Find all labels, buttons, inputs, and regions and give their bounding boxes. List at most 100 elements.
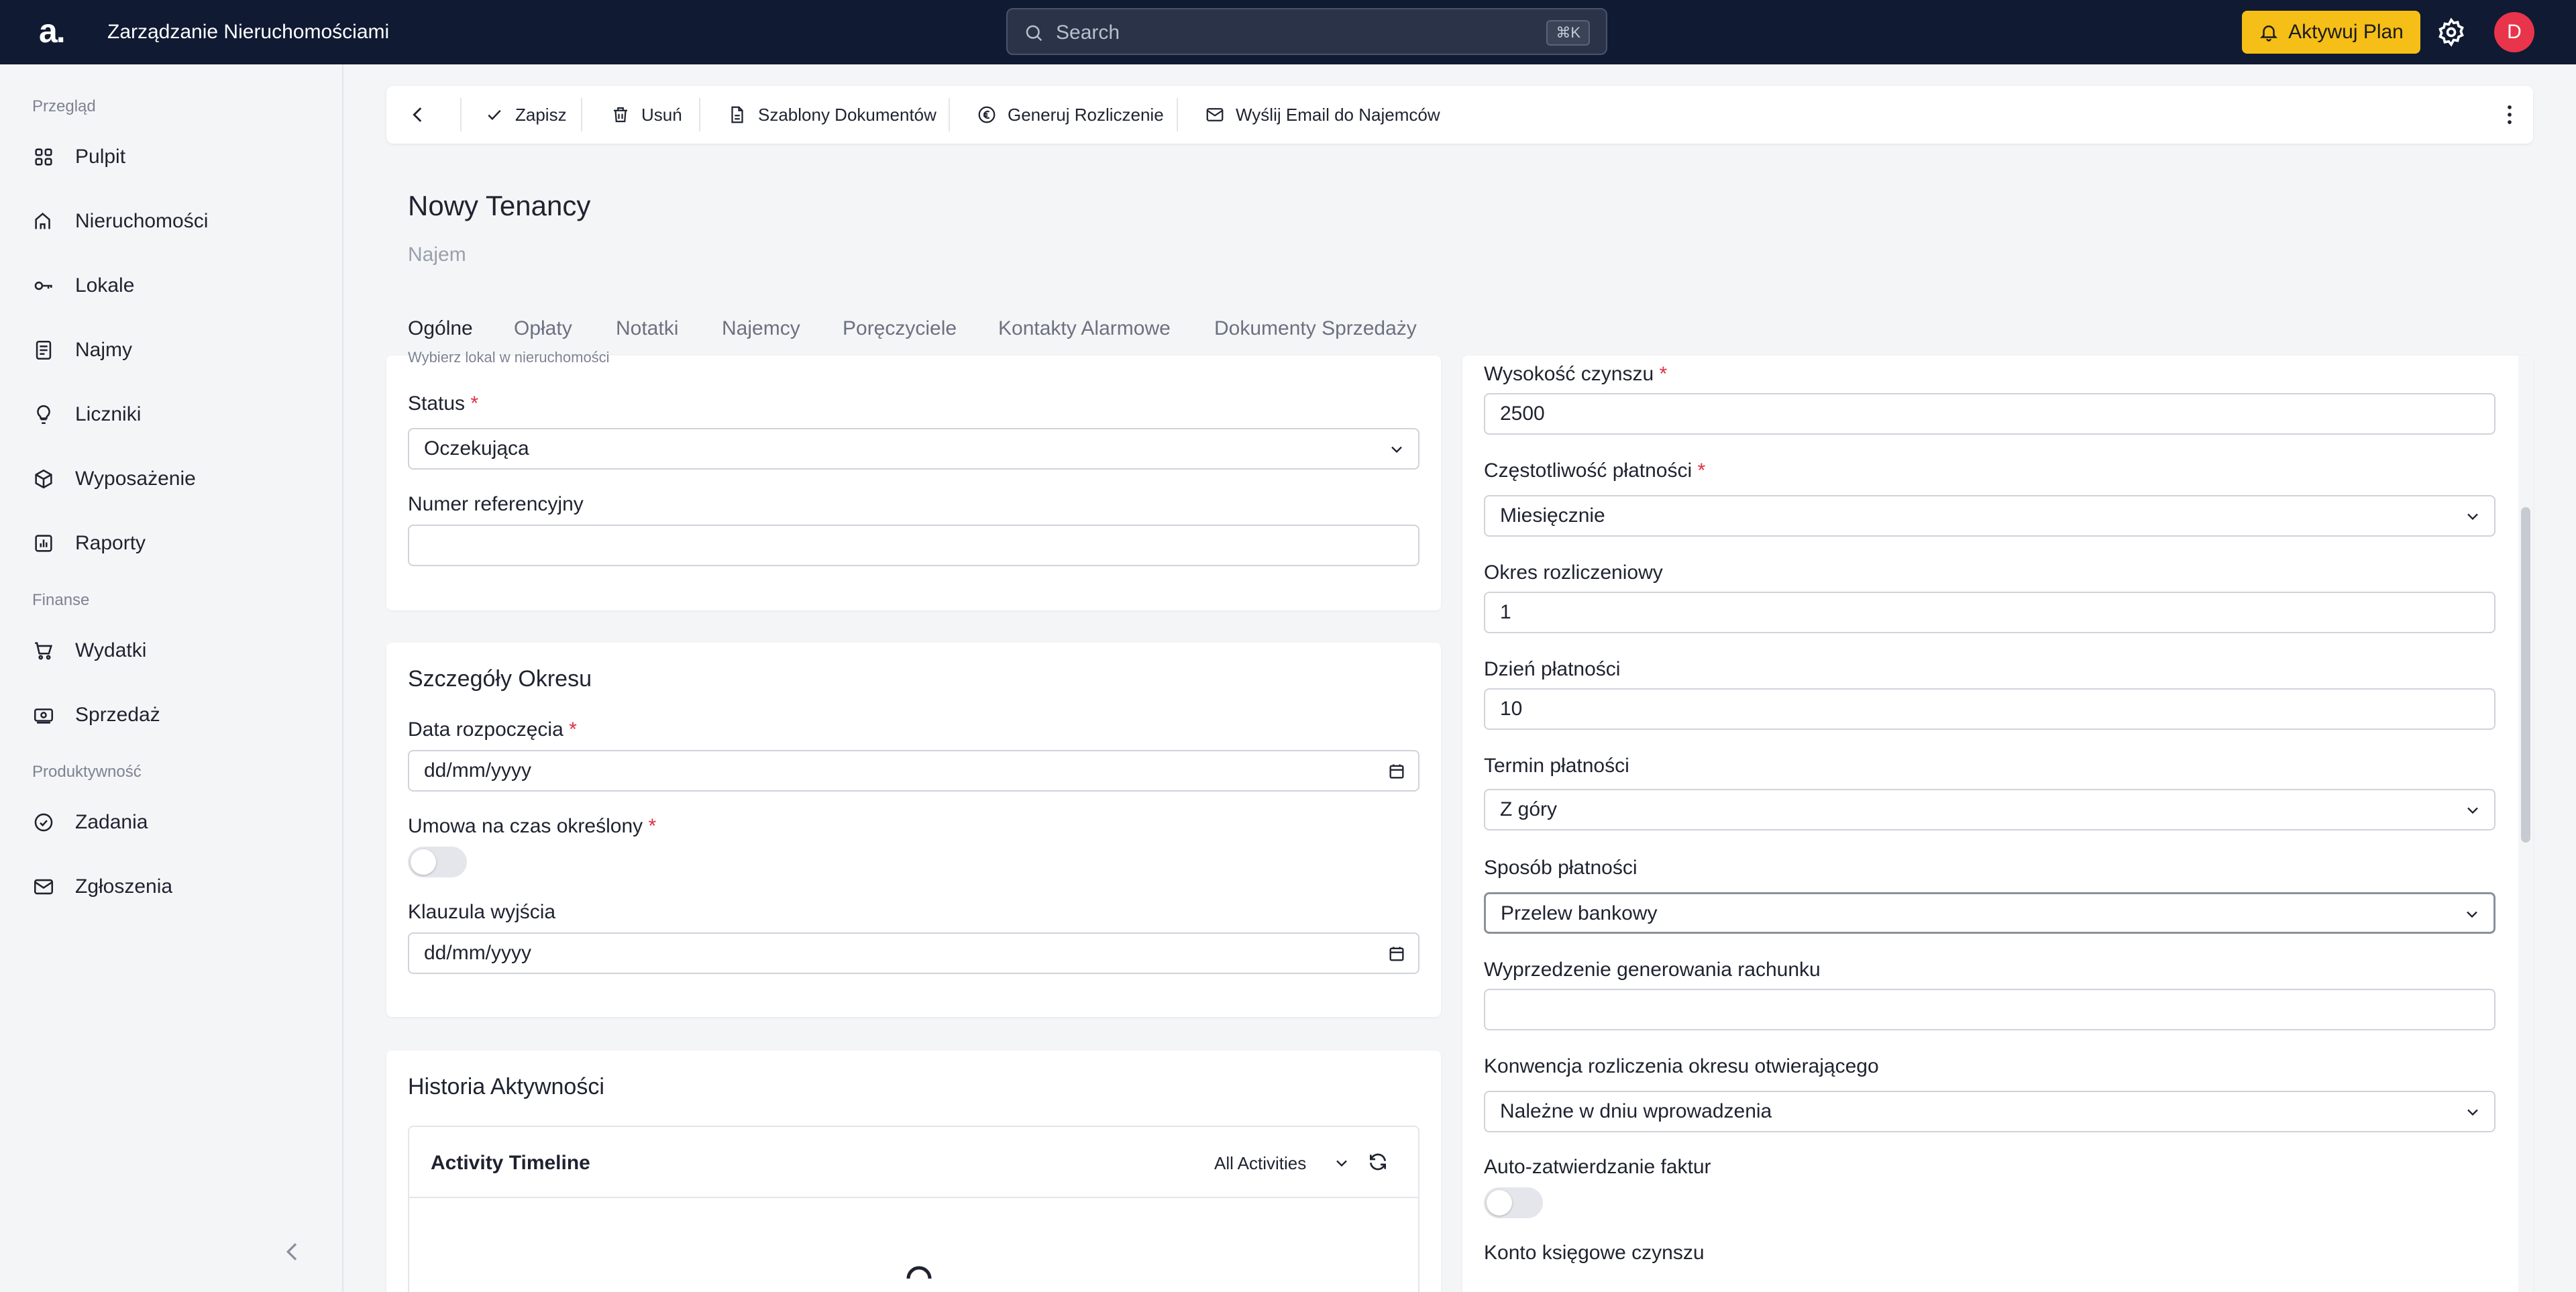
more-vertical-icon[interactable] [2497,102,2522,127]
upgrade-plan-label: Aktywuj Plan [2288,21,2404,43]
sidebar-item-tasks[interactable]: Zadania [32,802,148,843]
sidebar-item-label: Nieruchomości [75,210,209,232]
status-select[interactable]: Oczekująca [408,428,1419,470]
sidebar-item-label: Najmy [75,339,133,361]
payment-method-label: Sposób płatności [1484,857,1638,879]
sidebar-item-expenses[interactable]: Wydatki [32,631,146,671]
avatar[interactable]: D [2494,12,2534,52]
tab-general[interactable]: Ogólne [408,315,473,342]
bell-icon [2260,25,2278,42]
sidebar-item-equipment[interactable]: Wyposażenie [32,459,196,499]
dashboard-icon [35,148,52,166]
sidebar-item-properties[interactable]: Nieruchomości [32,201,208,241]
sidebar-item-tickets[interactable]: Zgłoszenia [32,867,172,907]
generate-settlement-button[interactable]: Generuj Rozliczenie [977,86,1164,144]
sidebar-item-units[interactable]: Lokale [32,266,134,306]
mail-icon [1206,108,1224,121]
building-icon [35,212,50,229]
sidebar-item-label: Sprzedaż [75,704,160,726]
collapse-sidebar-icon[interactable] [279,1238,306,1265]
email-tenants-label: Wyślij Email do Najemców [1236,104,1440,125]
chevron-down-icon [2467,807,2478,814]
tab-notes[interactable]: Notatki [616,315,678,342]
sidebar-item-tenancies[interactable]: Najmy [32,330,132,370]
opening-convention-label: Konwencja rozliczenia okresu otwierające… [1484,1055,1879,1077]
auto-approve-toggle[interactable] [1484,1187,1543,1218]
chevron-down-icon [2467,513,2478,521]
tab-emergency-contacts[interactable]: Kontakty Alarmowe [998,315,1171,342]
sidebar-item-dashboard[interactable]: Pulpit [32,137,125,177]
reference-input[interactable] [408,525,1419,566]
status-value: Oczekująca [424,437,529,460]
chevron-down-icon[interactable] [1332,1154,1351,1173]
rent-input[interactable]: 2500 [1484,393,2496,435]
payment-term-select[interactable]: Z góry [1484,789,2496,830]
toolbar-divider [460,98,462,131]
sidebar-item-label: Lokale [75,274,135,297]
fixed-term-toggle[interactable] [408,847,467,877]
payment-day-input[interactable]: 10 [1484,688,2496,730]
euro-icon [978,106,996,123]
unit-hint: Wybierz lokal w nieruchomości [408,349,610,366]
timeline-header: Activity Timeline All Activities [409,1127,1418,1198]
exit-clause-input[interactable]: dd/mm/yyyy [408,932,1419,974]
top-bar: a. Zarządzanie Nieruchomościami Search ⌘… [0,0,2576,64]
opening-convention-select[interactable]: Należne w dniu wprowadzenia [1484,1091,2496,1132]
tab-fees[interactable]: Opłaty [514,315,572,342]
payment-method-select[interactable]: Przelew bankowy [1484,892,2496,934]
sidebar-item-label: Wyposażenie [75,468,196,490]
frequency-label: Częstotliwość płatności * [1484,460,1706,482]
search-input[interactable]: Search ⌘K [1006,8,1607,55]
calendar-icon [1389,764,1404,779]
invoice-advance-input[interactable] [1484,989,2496,1030]
lightbulb-icon [37,405,50,425]
document-icon [36,340,52,360]
exit-clause-label: Klauzula wyjścia [408,901,556,923]
chevron-down-icon [2467,1109,2478,1116]
scrollbar-thumb[interactable] [2521,507,2530,843]
delete-button[interactable]: Usuń [610,86,682,144]
back-arrow-icon[interactable] [407,103,429,126]
auto-approve-label: Auto-zatwierdzanie faktur [1484,1156,1711,1178]
mail-icon [34,879,54,895]
document-templates-button[interactable]: Szablony Dokumentów [727,86,936,144]
payment-method-value: Przelew bankowy [1501,902,1658,924]
tab-sales-documents[interactable]: Dokumenty Sprzedaży [1214,315,1417,342]
sidebar-item-reports[interactable]: Raporty [32,523,146,563]
sidebar [0,64,343,1292]
key-icon [34,281,52,290]
gear-icon[interactable] [2436,17,2466,47]
document-templates-label: Szablony Dokumentów [758,104,936,125]
payment-term-value: Z góry [1500,798,1558,820]
toolbar-divider [699,98,700,131]
loading-spinner-icon [906,1266,932,1279]
start-date-label: Data rozpoczęcia * [408,718,577,741]
generate-settlement-label: Generuj Rozliczenie [1008,104,1164,125]
sidebar-section-overview: Przegląd [32,97,96,115]
activity-filter-select[interactable]: All Activities [1214,1152,1306,1174]
payment-day-label: Dzień płatności [1484,658,1621,680]
sidebar-item-label: Liczniki [75,403,142,425]
start-date-input[interactable]: dd/mm/yyyy [408,750,1419,792]
search-shortcut: ⌘K [1546,20,1590,46]
refresh-icon[interactable] [1367,1151,1389,1173]
save-button[interactable]: Zapisz [484,86,567,144]
app-logo[interactable]: a. [39,12,66,50]
sidebar-section-productivity: Produktywność [32,763,142,781]
exit-clause-placeholder: dd/mm/yyyy [424,942,532,964]
billing-period-input[interactable]: 1 [1484,592,2496,633]
toggle-knob [411,849,436,875]
upgrade-plan-button[interactable]: Aktywuj Plan [2242,11,2420,54]
check-icon [488,109,501,121]
required-marker: * [1697,460,1706,482]
activity-card-title: Historia Aktywności [408,1074,604,1099]
sidebar-item-meters[interactable]: Liczniki [32,394,141,435]
sidebar-item-label: Raporty [75,532,146,554]
frequency-select[interactable]: Miesięcznie [1484,495,2496,537]
sidebar-item-label: Zgłoszenia [75,875,173,898]
email-tenants-button[interactable]: Wyślij Email do Najemców [1205,86,1440,144]
tab-tenants[interactable]: Najemcy [722,315,800,342]
search-icon [1026,25,1042,42]
sidebar-item-sales[interactable]: Sprzedaż [32,695,160,735]
tab-guarantors[interactable]: Poręczyciele [843,315,957,342]
